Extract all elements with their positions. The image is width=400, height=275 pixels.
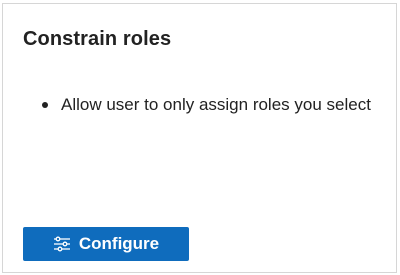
bullet-list: Allow user to only assign roles you sele… <box>42 92 381 118</box>
bullet-dot <box>42 102 48 108</box>
configure-button-label: Configure <box>78 234 160 253</box>
card-title: Constrain roles <box>23 28 172 50</box>
sliders-icon <box>53 236 71 252</box>
list-item-text: Allow user to only assign roles you sele… <box>61 95 371 114</box>
constrain-roles-card: Constrain roles Allow user to only assig… <box>2 3 397 273</box>
list-item: Allow user to only assign roles you sele… <box>42 92 381 118</box>
configure-button[interactable]: Configure <box>23 227 189 261</box>
